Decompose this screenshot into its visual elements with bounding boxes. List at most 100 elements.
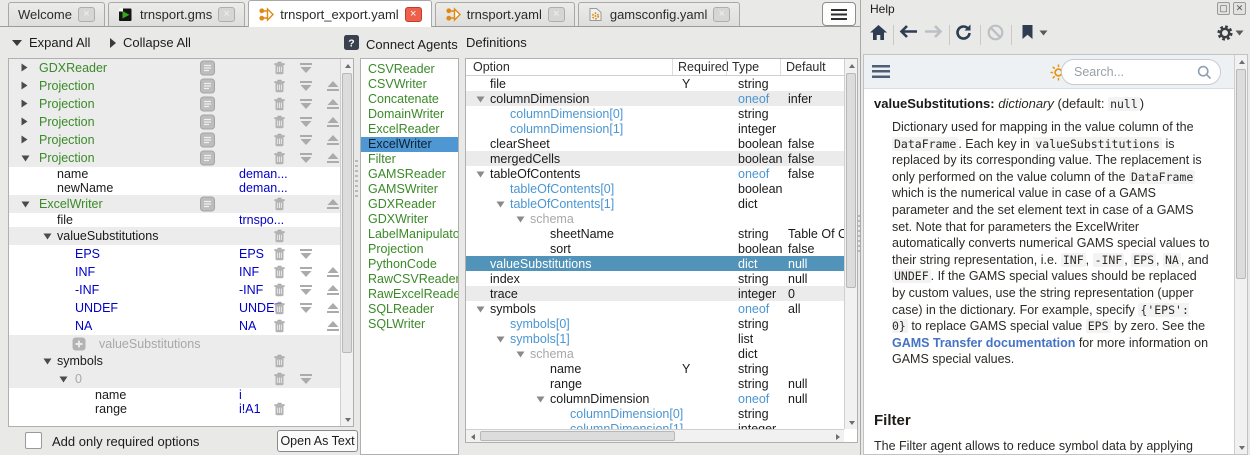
option-row[interactable]: tableOfContents[1]dict <box>466 196 846 211</box>
collapse-arrow-icon[interactable] <box>43 354 52 368</box>
up-icon[interactable] <box>325 199 341 210</box>
tree-row[interactable]: INFINF <box>9 263 340 281</box>
down-icon[interactable] <box>298 153 314 164</box>
tree-row-value[interactable]: trnspo... <box>239 213 284 227</box>
tree-row[interactable]: Projection <box>9 95 340 113</box>
option-row[interactable]: columnDimension[0]string <box>466 106 846 121</box>
option-row[interactable]: symbols[1]list <box>466 331 846 346</box>
collapse-arrow-icon[interactable] <box>516 212 525 226</box>
trash-icon[interactable] <box>271 301 287 315</box>
agent-item-GAMSWriter[interactable]: GAMSWriter <box>361 182 458 197</box>
up-icon[interactable] <box>325 303 341 314</box>
tab-gamsconfig.yaml[interactable]: gamsconfig.yaml× <box>578 2 741 26</box>
collapse-arrow-icon[interactable] <box>43 229 52 243</box>
tab-close-icon[interactable]: × <box>405 7 422 22</box>
expand-arrow-icon[interactable] <box>21 61 28 75</box>
agent-item-RawCSVReader[interactable]: RawCSVReader <box>361 272 458 287</box>
gams-transfer-doc-link[interactable]: GAMS Transfer documentation <box>892 336 1075 350</box>
tree-row-value[interactable]: i <box>239 388 242 402</box>
tree-row-value[interactable]: EPS <box>239 247 264 261</box>
tree-row[interactable]: Projection <box>9 113 340 131</box>
bookmark-caret-icon[interactable] <box>1039 30 1048 36</box>
agent-item-LabelManipulator[interactable]: LabelManipulator <box>361 227 458 242</box>
help-scrollbar[interactable] <box>1234 55 1247 454</box>
tree-row[interactable]: rangei!A1 <box>9 402 340 416</box>
up-icon[interactable] <box>325 267 341 278</box>
doc-menu-icon[interactable] <box>872 65 890 78</box>
note-icon[interactable] <box>199 115 215 130</box>
tree-row-value[interactable]: deman... <box>239 181 288 195</box>
tab-trnsport_export.yaml[interactable]: trnsport_export.yaml× <box>248 0 432 27</box>
tab-close-icon[interactable]: × <box>218 7 235 22</box>
agent-item-CSVWriter[interactable]: CSVWriter <box>361 77 458 92</box>
collapse-arrow-icon[interactable] <box>476 167 485 181</box>
down-icon[interactable] <box>298 99 314 110</box>
tree-row-value[interactable]: i!A1 <box>239 402 261 416</box>
up-icon[interactable] <box>325 135 341 146</box>
column-header-type[interactable]: Type <box>732 60 759 74</box>
tree-row[interactable]: -INF-INF <box>9 281 340 299</box>
tree-row[interactable]: newNamedeman... <box>9 181 340 195</box>
trash-icon[interactable] <box>271 265 287 279</box>
tree-row[interactable]: NANA <box>9 317 340 335</box>
option-row[interactable]: columnDimension[0]string <box>466 406 846 421</box>
up-icon[interactable] <box>325 81 341 92</box>
tree-row[interactable]: Projection <box>9 131 340 149</box>
option-row[interactable]: schemadict <box>466 346 846 361</box>
option-row[interactable]: tableOfContents[0]boolean <box>466 181 846 196</box>
tree-row[interactable]: 0 <box>9 370 340 388</box>
collapse-all-button[interactable]: Collapse All <box>110 35 191 50</box>
tab-close-icon[interactable]: × <box>78 7 95 22</box>
collapse-arrow-icon[interactable] <box>21 151 30 165</box>
tree-row[interactable]: valueSubstitutions <box>9 227 340 245</box>
agent-item-Filter[interactable]: Filter <box>361 152 458 167</box>
home-icon[interactable] <box>869 24 888 41</box>
agent-item-DomainWriter[interactable]: DomainWriter <box>361 107 458 122</box>
tree-scrollbar[interactable] <box>340 59 353 426</box>
trash-icon[interactable] <box>271 354 287 368</box>
column-header-default[interactable]: Default <box>786 60 826 74</box>
options-hscrollbar[interactable] <box>466 429 844 442</box>
agent-item-Concatenate[interactable]: Concatenate <box>361 92 458 107</box>
open-as-text-button[interactable]: Open As Text <box>277 430 358 452</box>
option-row[interactable]: mergedCellsbooleanfalse <box>466 151 846 166</box>
trash-icon[interactable] <box>271 79 287 93</box>
tree-row[interactable]: Projection <box>9 77 340 95</box>
expand-arrow-icon[interactable] <box>21 79 28 93</box>
agent-item-GAMSReader[interactable]: GAMSReader <box>361 167 458 182</box>
down-icon[interactable] <box>298 117 314 128</box>
float-panel-icon[interactable]: ▢ <box>1217 2 1230 15</box>
agent-item-Projection[interactable]: Projection <box>361 242 458 257</box>
trash-icon[interactable] <box>271 283 287 297</box>
trash-icon[interactable] <box>271 133 287 147</box>
options-vscrollbar[interactable] <box>844 59 857 429</box>
tab-close-icon[interactable]: × <box>713 7 730 22</box>
expand-all-button[interactable]: Expand All <box>12 35 90 50</box>
collapse-arrow-icon[interactable] <box>59 372 68 386</box>
settings-caret-icon[interactable] <box>1235 30 1244 36</box>
trash-icon[interactable] <box>271 151 287 165</box>
trash-icon[interactable] <box>271 229 287 243</box>
collapse-arrow-icon[interactable] <box>21 197 30 211</box>
tree-row[interactable]: UNDEFUNDEF <box>9 299 340 317</box>
up-icon[interactable] <box>325 117 341 128</box>
tab-Welcome[interactable]: Welcome× <box>8 2 105 26</box>
tree-row-value[interactable]: deman... <box>239 167 288 181</box>
expand-arrow-icon[interactable] <box>21 115 28 129</box>
down-icon[interactable] <box>298 63 314 74</box>
note-icon[interactable] <box>199 97 215 112</box>
note-icon[interactable] <box>199 133 215 148</box>
trash-icon[interactable] <box>271 61 287 75</box>
required-only-checkbox[interactable] <box>25 432 42 449</box>
option-row[interactable]: rangestringnull <box>466 376 846 391</box>
search-input[interactable] <box>1074 62 1192 82</box>
search-icon[interactable] <box>1197 65 1212 85</box>
option-row[interactable]: clearSheetbooleanfalse <box>466 136 846 151</box>
stop-icon[interactable] <box>987 24 1004 41</box>
tree-row[interactable]: symbols <box>9 352 340 370</box>
forward-icon[interactable] <box>923 24 943 39</box>
note-icon[interactable] <box>199 79 215 94</box>
note-icon[interactable] <box>199 151 215 166</box>
note-icon[interactable] <box>199 61 215 76</box>
up-icon[interactable] <box>325 321 341 332</box>
